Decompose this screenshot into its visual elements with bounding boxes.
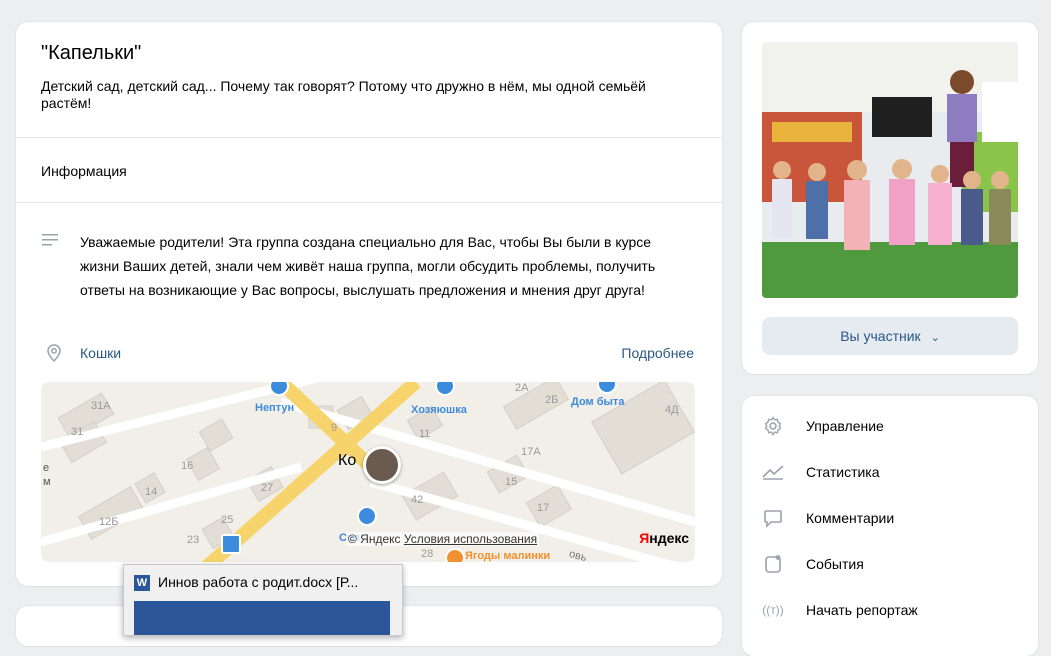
map-copyright: © Яндекс Условия использования	[346, 532, 540, 546]
map-marker-label: Ко	[338, 452, 357, 469]
menu-item-start-broadcast[interactable]: ((т)) Начать репортаж	[762, 598, 918, 622]
broadcast-icon: ((т))	[762, 603, 784, 617]
group-location-marker[interactable]	[363, 446, 401, 484]
map-edge-letter: е	[43, 462, 50, 474]
gear-icon	[762, 415, 784, 437]
map-house-number: 12Б	[99, 516, 119, 528]
map-house-number: 25	[221, 514, 234, 526]
map-house-number: 17А	[521, 446, 541, 458]
copyright-text: © Яндекс	[348, 532, 401, 546]
group-info-card: "Капельки" Детский сад, детский сад... П…	[16, 22, 722, 586]
window-thumbnail[interactable]	[134, 601, 390, 635]
more-details-link[interactable]: Подробнее	[621, 345, 694, 361]
map-house-number: 2Б	[545, 394, 559, 406]
tab-information[interactable]: Информация	[41, 163, 127, 179]
poi-food-icon[interactable]	[445, 548, 465, 562]
map-edge-letter: м	[43, 476, 51, 488]
comment-icon	[762, 507, 784, 529]
event-icon	[762, 553, 784, 575]
poi-label[interactable]: Хозяюшка	[411, 404, 467, 416]
map-house-number: 17	[537, 502, 550, 514]
member-button-label: Вы участник	[840, 328, 921, 344]
menu-item-comments[interactable]: Комментарии	[762, 506, 894, 530]
menu-item-manage[interactable]: Управление	[762, 414, 884, 438]
group-status: Детский сад, детский сад... Почему так г…	[41, 78, 646, 111]
group-title: "Капельки"	[41, 42, 142, 64]
map-house-number: 2А	[515, 382, 529, 394]
menu-item-label: Управление	[806, 418, 884, 434]
window-title: Иннов работа с родит.docx [Р...	[158, 574, 359, 590]
poi-label[interactable]: Ягоды малинки	[465, 550, 550, 562]
terms-link[interactable]: Условия использования	[404, 532, 537, 546]
location-map[interactable]: 31А 31 16 14 27 12Б 25 23 9 11 17А 15 17…	[41, 382, 695, 562]
menu-item-label: События	[806, 556, 864, 572]
map-house-number: 14	[145, 486, 158, 498]
map-house-number: 9	[331, 422, 338, 434]
map-house-number: 23	[187, 534, 200, 546]
group-cover-card: Вы участник ⌄	[742, 22, 1038, 374]
map-house-number: 15	[505, 476, 518, 488]
group-description: Уважаемые родители! Эта группа создана с…	[80, 234, 656, 298]
poi-label[interactable]: Дом быта	[571, 396, 624, 408]
menu-item-events[interactable]: События	[762, 552, 864, 576]
member-button[interactable]: Вы участник ⌄	[762, 317, 1018, 355]
map-house-number: 27	[261, 482, 274, 494]
location-pin-icon	[47, 344, 61, 362]
yandex-logo[interactable]: Яндекс	[639, 530, 689, 546]
group-photo-image	[762, 42, 1018, 298]
map-house-number: 4Д	[665, 404, 679, 416]
group-actions-card: Управление Статистика Комментарии Событи…	[742, 396, 1038, 656]
map-house-number: 28	[421, 548, 434, 560]
menu-item-label: Статистика	[806, 464, 880, 480]
poi-label[interactable]: Нептун	[255, 402, 294, 414]
taskbar-window-preview[interactable]: W Иннов работа с родит.docx [Р...	[123, 564, 403, 636]
menu-item-label: Начать репортаж	[806, 602, 918, 618]
chevron-down-icon: ⌄	[930, 332, 940, 344]
group-cover-photo[interactable]	[762, 42, 1018, 298]
map-house-number: 31А	[91, 400, 111, 412]
map-house-number: 31	[71, 426, 84, 438]
map-house-number: 42	[411, 494, 424, 506]
menu-item-statistics[interactable]: Статистика	[762, 460, 880, 484]
map-house-number: 11	[419, 428, 431, 440]
chart-icon	[762, 461, 784, 483]
map-house-number: 16	[181, 460, 194, 472]
description-icon	[42, 234, 58, 246]
poi-communication-icon[interactable]	[357, 506, 377, 526]
poi-transport-icon[interactable]	[221, 534, 241, 554]
location-link[interactable]: Кошки	[80, 345, 121, 361]
menu-item-label: Комментарии	[806, 510, 895, 526]
divider	[16, 137, 722, 138]
divider	[16, 202, 722, 203]
word-app-icon: W	[134, 575, 150, 591]
